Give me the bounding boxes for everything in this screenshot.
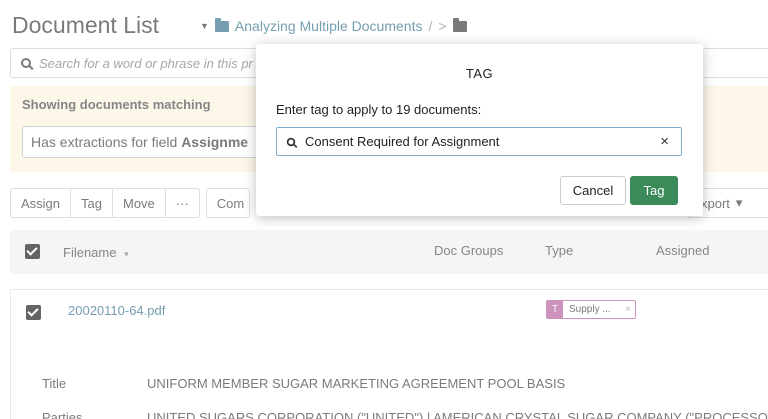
dialog-prompt: Enter tag to apply to 19 documents: [276,102,482,117]
tag-input-field[interactable]: × [276,127,682,156]
cancel-button[interactable]: Cancel [560,176,626,205]
clear-input-icon[interactable]: × [660,133,669,150]
dialog-title: TAG [465,66,494,81]
tag-dialog: TAG Enter tag to apply to 19 documents: … [256,44,703,216]
search-icon [286,137,296,146]
tag-confirm-button[interactable]: Tag [630,176,678,205]
tag-input[interactable] [305,134,645,149]
